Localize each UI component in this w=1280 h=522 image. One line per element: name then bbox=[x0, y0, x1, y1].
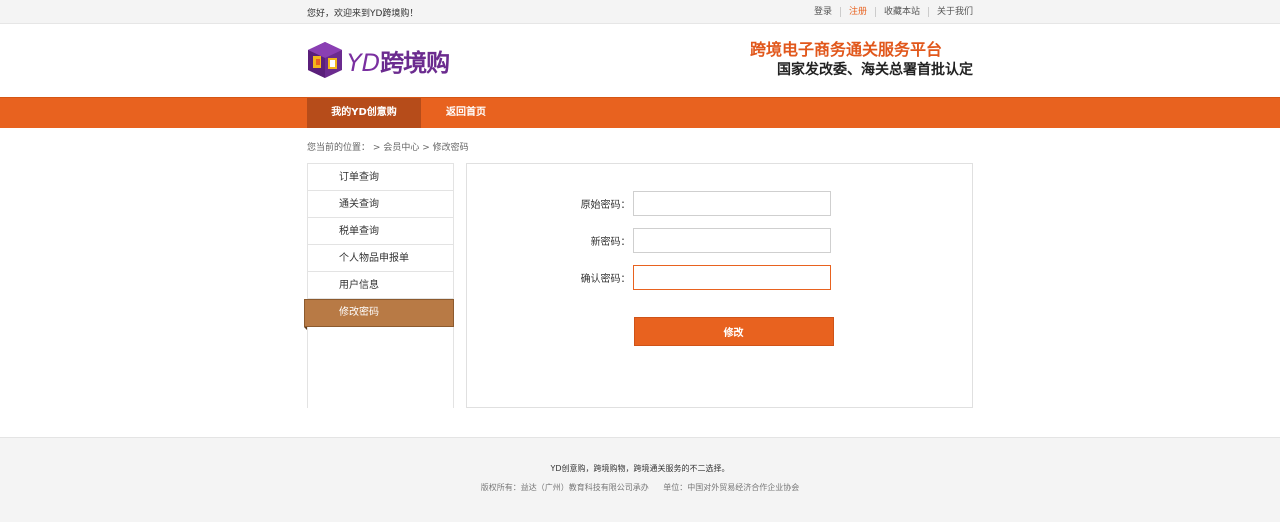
footer-unit: 单位：中国对外贸易经济合作企业协会 bbox=[663, 483, 800, 492]
sidebar-menu: 订单查询 通关查询 税单查询 个人物品申报单 用户信息 修改密码 bbox=[304, 163, 454, 408]
old-password-row: 原始密码： bbox=[467, 191, 972, 216]
new-password-field[interactable] bbox=[632, 228, 831, 253]
top-links: 登录 注册 收藏本站 关于我们 bbox=[806, 7, 973, 17]
nav-my-yd[interactable]: 我的YD创意购 bbox=[307, 98, 421, 128]
sidebar-item-user-info[interactable]: 用户信息 bbox=[308, 272, 453, 299]
logo-cube-icon bbox=[307, 41, 343, 79]
new-password-row: 新密码： bbox=[467, 228, 972, 253]
about-link[interactable]: 关于我们 bbox=[927, 7, 973, 17]
top-bar: 您好，欢迎来到YD跨境购！ 登录 注册 收藏本站 关于我们 bbox=[0, 0, 1280, 24]
logo-name: 跨境购 bbox=[380, 48, 450, 77]
nav-home[interactable]: 返回首页 bbox=[421, 98, 511, 128]
main-nav: 我的YD创意购 返回首页 bbox=[0, 97, 1280, 128]
change-password-panel: 原始密码： 新密码： 确认密码： 修改 bbox=[465, 163, 973, 408]
confirm-password-field[interactable] bbox=[632, 265, 831, 290]
slogan-line2: 国家发改委、海关总署首批认定 bbox=[777, 62, 973, 78]
sidebar-item-personal-declaration[interactable]: 个人物品申报单 bbox=[308, 245, 453, 272]
site-logo[interactable]: YD跨境购 bbox=[307, 41, 450, 79]
login-link[interactable]: 登录 bbox=[806, 7, 840, 17]
site-footer: YD创意购，跨境购物，跨境通关服务的不二选择。 版权所有：益达（广州）教育科技有… bbox=[0, 437, 1280, 522]
confirm-password-row: 确认密码： bbox=[467, 265, 972, 290]
welcome-text: 您好，欢迎来到YD跨境购！ bbox=[307, 8, 419, 19]
slogan: 跨境电子商务通关服务平台 国家发改委、海关总署首批认定 bbox=[750, 40, 973, 80]
register-link[interactable]: 注册 bbox=[839, 7, 875, 17]
breadcrumb: 您当前的位置： > 会员中心 > 修改密码 bbox=[307, 128, 973, 163]
breadcrumb-member-center[interactable]: 会员中心 bbox=[383, 143, 419, 153]
slogan-line1: 跨境电子商务通关服务平台 bbox=[749, 40, 942, 59]
logo-text: YD跨境购 bbox=[347, 43, 450, 78]
old-password-label: 原始密码： bbox=[580, 200, 631, 211]
footer-info: 版权所有：益达（广州）教育科技有限公司承办 单位：中国对外贸易经济合作企业协会 bbox=[0, 482, 1280, 493]
sidebar-item-tax-query[interactable]: 税单查询 bbox=[308, 218, 453, 245]
site-header: YD跨境购 跨境电子商务通关服务平台 国家发改委、海关总署首批认定 bbox=[0, 24, 1280, 97]
breadcrumb-current: 修改密码 bbox=[432, 143, 469, 153]
old-password-field[interactable] bbox=[632, 191, 831, 216]
submit-button[interactable]: 修改 bbox=[633, 317, 834, 346]
breadcrumb-sep: > bbox=[422, 143, 430, 153]
confirm-password-label: 确认密码： bbox=[580, 274, 631, 285]
sidebar-item-order-query[interactable]: 订单查询 bbox=[308, 164, 453, 191]
footer-tagline: YD创意购，跨境购物，跨境通关服务的不二选择。 bbox=[550, 464, 730, 473]
breadcrumb-prefix: 您当前的位置： bbox=[307, 143, 371, 153]
breadcrumb-sep: > bbox=[372, 143, 381, 153]
sidebar-item-customs-query[interactable]: 通关查询 bbox=[308, 191, 453, 218]
footer-copyright: 版权所有：益达（广州）教育科技有限公司承办 bbox=[480, 483, 649, 492]
new-password-label: 新密码： bbox=[590, 237, 631, 248]
sidebar-item-change-password[interactable]: 修改密码 bbox=[304, 299, 454, 330]
bookmark-link[interactable]: 收藏本站 bbox=[874, 7, 928, 17]
logo-yd: YD bbox=[347, 48, 381, 77]
